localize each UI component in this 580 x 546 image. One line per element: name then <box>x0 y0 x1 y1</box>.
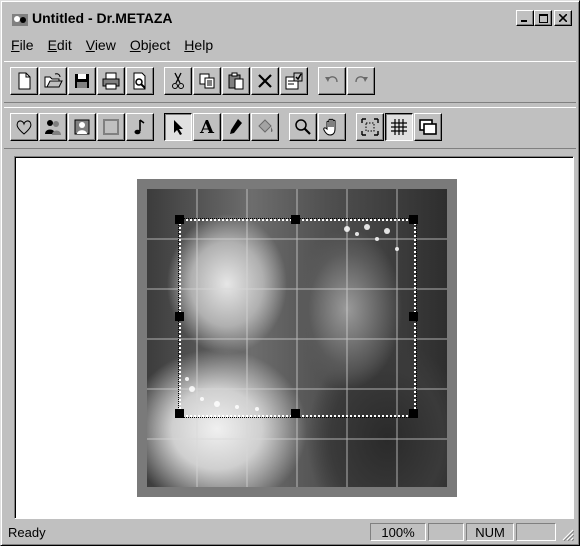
layers-button[interactable] <box>414 113 442 141</box>
app-logo-icon[interactable] <box>12 12 28 26</box>
portrait-button[interactable] <box>68 113 96 141</box>
heart-icon <box>16 120 32 135</box>
open-button[interactable] <box>39 67 67 95</box>
minimize-icon <box>521 20 527 22</box>
heart-button[interactable] <box>10 113 38 141</box>
document-canvas[interactable] <box>14 156 574 519</box>
save-button[interactable] <box>68 67 96 95</box>
undo-icon <box>325 76 338 83</box>
print-button[interactable] <box>97 67 125 95</box>
resize-handle-w[interactable] <box>175 312 184 321</box>
resize-handle-nw[interactable] <box>175 215 184 224</box>
wedding-photo[interactable] <box>147 189 447 487</box>
resize-handle-s[interactable] <box>291 409 300 418</box>
delete-x-icon <box>258 74 272 88</box>
new-file-icon <box>18 72 31 90</box>
fit-selection-icon <box>361 118 379 136</box>
delete-button[interactable] <box>251 67 279 95</box>
arrow-pointer-icon <box>174 120 183 135</box>
status-pane-empty <box>428 523 464 541</box>
menu-file[interactable]: File <box>4 37 41 53</box>
maximize-button[interactable] <box>534 10 552 26</box>
drawing-toolbar: A <box>4 107 576 149</box>
frame-button[interactable] <box>97 113 125 141</box>
new-button[interactable] <box>10 67 38 95</box>
people-button[interactable] <box>39 113 67 141</box>
text-tool-icon: A <box>200 116 214 138</box>
text-tool-button[interactable]: A <box>193 113 221 141</box>
close-icon <box>559 14 567 22</box>
maximize-icon <box>538 13 548 23</box>
window-title: Untitled - Dr.METAZA <box>32 10 173 26</box>
layers-icon <box>419 119 437 135</box>
copy-button[interactable] <box>193 67 221 95</box>
pen-icon <box>230 119 242 134</box>
resize-handle-se[interactable] <box>409 409 418 418</box>
zoom-magnifier-icon <box>295 119 311 135</box>
people-icon <box>45 120 61 135</box>
grid-toggle-button[interactable] <box>385 113 413 141</box>
print-preview-icon <box>133 72 146 90</box>
undo-button[interactable] <box>318 67 346 95</box>
save-disk-icon <box>75 74 89 88</box>
cut-button[interactable] <box>164 67 192 95</box>
hand-pan-icon <box>323 118 336 136</box>
properties-button[interactable] <box>280 67 308 95</box>
close-button[interactable] <box>554 10 572 26</box>
zoom-button[interactable] <box>289 113 317 141</box>
status-message: Ready <box>8 525 46 540</box>
fill-tool-button[interactable] <box>251 113 279 141</box>
open-folder-icon <box>44 73 63 88</box>
menu-object[interactable]: Object <box>123 37 177 53</box>
pen-tool-button[interactable] <box>222 113 250 141</box>
music-note-icon <box>134 119 145 135</box>
copy-icon <box>199 73 215 89</box>
selection-box[interactable] <box>178 218 417 418</box>
grid-icon <box>391 119 407 135</box>
menu-bar: File Edit View Object Help <box>4 34 576 56</box>
standard-toolbar <box>4 61 576 103</box>
resize-handle-n[interactable] <box>291 215 300 224</box>
resize-handle-e[interactable] <box>409 312 418 321</box>
paste-icon <box>228 72 244 90</box>
resize-grip-icon[interactable] <box>562 529 574 541</box>
cut-scissors-icon <box>172 72 184 89</box>
status-pane-empty-2 <box>516 523 556 541</box>
sound-button[interactable] <box>126 113 154 141</box>
zoom-level-pane: 100% <box>370 523 426 541</box>
menu-help[interactable]: Help <box>177 37 220 53</box>
hand-pan-button[interactable] <box>318 113 346 141</box>
fit-selection-button[interactable] <box>356 113 384 141</box>
menu-view[interactable]: View <box>79 37 123 53</box>
resize-handle-sw[interactable] <box>175 409 184 418</box>
redo-icon <box>355 76 368 83</box>
title-bar: Untitled - Dr.METAZA <box>4 4 576 32</box>
properties-icon <box>285 72 303 90</box>
menu-edit[interactable]: Edit <box>41 37 79 53</box>
redo-button[interactable] <box>347 67 375 95</box>
photo-frame[interactable] <box>137 179 457 497</box>
status-bar: Ready 100% NUM <box>4 521 576 543</box>
print-icon <box>102 72 120 90</box>
resize-handle-ne[interactable] <box>409 215 418 224</box>
print-preview-button[interactable] <box>126 67 154 95</box>
minimize-button[interactable] <box>516 10 534 26</box>
num-lock-pane: NUM <box>466 523 514 541</box>
fill-icon <box>258 119 273 133</box>
app-window: Untitled - Dr.METAZA File Edit View Obje… <box>0 0 580 546</box>
select-tool-button[interactable] <box>164 113 192 141</box>
paste-button[interactable] <box>222 67 250 95</box>
frame-icon <box>103 119 119 135</box>
portrait-icon <box>74 119 90 135</box>
